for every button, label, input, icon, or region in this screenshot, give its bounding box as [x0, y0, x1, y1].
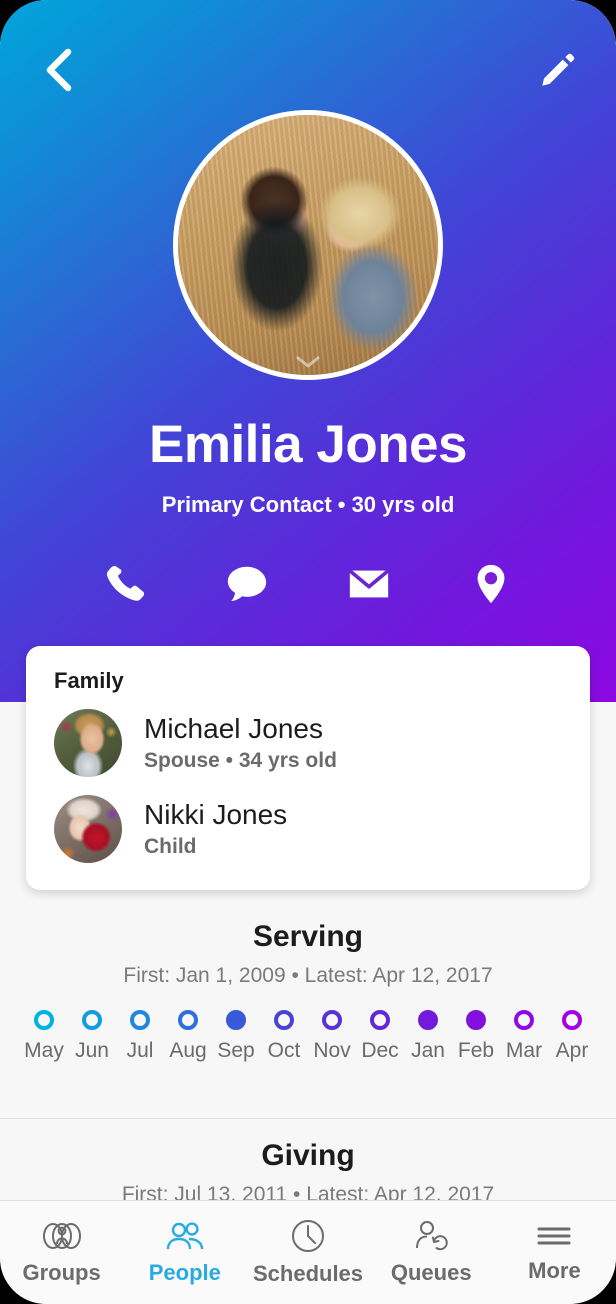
people-icon [166, 1222, 203, 1250]
serving-dot [82, 1010, 102, 1030]
month-label: Sep [217, 1039, 255, 1062]
envelope-icon [349, 569, 389, 598]
serving-month-feb[interactable]: Feb [452, 1010, 500, 1063]
chat-bubble-icon [227, 566, 267, 602]
family-card-title: Family [54, 668, 124, 693]
hamburger-icon [537, 1227, 571, 1245]
clock-icon [292, 1220, 324, 1252]
back-button[interactable] [32, 44, 84, 96]
avatar [54, 795, 122, 863]
tab-label: Schedules [252, 1261, 364, 1286]
tab-queues[interactable]: Queues [370, 1219, 493, 1286]
tab-more[interactable]: More [493, 1221, 616, 1284]
month-label: Nov [313, 1039, 351, 1062]
tab-label: Queues [390, 1260, 472, 1285]
month-label: Aug [169, 1039, 207, 1062]
serving-month-oct[interactable]: Oct [260, 1010, 308, 1063]
month-label: Apr [555, 1039, 589, 1062]
bottom-navigation: Groups People Schedules Queues More [0, 1200, 616, 1304]
serving-dot [34, 1010, 54, 1030]
serving-dot [274, 1010, 294, 1030]
giving-title: Giving [261, 1139, 355, 1172]
serving-dot [418, 1010, 438, 1030]
serving-month-jun[interactable]: Jun [68, 1010, 116, 1063]
profile-subtitle: Primary Contact • 30 yrs old [161, 492, 455, 517]
call-button[interactable] [89, 552, 161, 616]
chevron-down-icon[interactable] [295, 355, 321, 369]
serving-dot [178, 1010, 198, 1030]
list-item[interactable]: Nikki Jones Child [26, 786, 590, 872]
tab-label: People [148, 1260, 221, 1285]
queue-icon [416, 1221, 448, 1251]
serving-month-jan[interactable]: Jan [404, 1010, 452, 1063]
serving-month-dec[interactable]: Dec [356, 1010, 404, 1063]
app-screen: Emilia Jones Primary Contact • 30 yrs ol… [0, 0, 616, 1304]
avatar-ring [173, 110, 443, 380]
giving-section: Giving First: Jul 13, 2011 • Latest: Apr… [0, 1118, 616, 1207]
serving-dot [130, 1010, 150, 1030]
serving-dot [322, 1010, 342, 1030]
month-label: Jun [75, 1039, 109, 1062]
phone-icon [106, 565, 145, 601]
serving-month-apr[interactable]: Apr [548, 1010, 596, 1063]
month-label: Jul [126, 1039, 154, 1062]
tab-people[interactable]: People [123, 1219, 246, 1286]
message-button[interactable] [211, 552, 283, 616]
month-label: Dec [361, 1039, 399, 1062]
month-label: Jan [411, 1039, 445, 1062]
contact-actions [0, 552, 616, 616]
serving-subtitle: First: Jan 1, 2009 • Latest: Apr 12, 201… [123, 964, 493, 987]
member-name: Michael Jones [144, 713, 323, 745]
serving-dot [466, 1010, 486, 1030]
month-label: Oct [267, 1039, 301, 1062]
tab-groups[interactable]: Groups [0, 1219, 123, 1286]
tab-schedules[interactable]: Schedules [246, 1218, 369, 1287]
profile-header: Emilia Jones Primary Contact • 30 yrs ol… [0, 0, 616, 702]
avatar-photo [178, 115, 438, 375]
chevron-left-icon [46, 48, 72, 92]
list-item[interactable]: Michael Jones Spouse • 34 yrs old [26, 700, 590, 786]
member-relation: Child [144, 834, 197, 858]
month-label: Feb [457, 1039, 495, 1062]
groups-icon [42, 1223, 81, 1249]
serving-dot [562, 1010, 582, 1030]
serving-dot [514, 1010, 534, 1030]
pencil-icon [542, 53, 575, 86]
address-button[interactable] [455, 552, 527, 616]
tab-label: More [528, 1258, 581, 1283]
avatar[interactable] [173, 110, 443, 380]
serving-month-may[interactable]: May [20, 1010, 68, 1063]
serving-dot [370, 1010, 390, 1030]
family-card: Family Michael Jones Spouse • 34 yrs old… [26, 646, 590, 890]
tab-label: Groups [22, 1260, 101, 1285]
email-button[interactable] [333, 552, 405, 616]
avatar [54, 709, 122, 777]
serving-month-mar[interactable]: Mar [500, 1010, 548, 1063]
page-title: Emilia Jones [148, 415, 468, 474]
location-pin-icon [477, 564, 505, 604]
member-name: Nikki Jones [144, 799, 288, 831]
serving-month-nov[interactable]: Nov [308, 1010, 356, 1063]
serving-month-sep[interactable]: Sep [212, 1010, 260, 1063]
edit-button[interactable] [532, 44, 584, 96]
serving-title: Serving [252, 920, 364, 953]
serving-month-chart: May Jun Jul Aug Sep Oct Nov Dec Jan Feb Mar Apr [0, 1010, 616, 1063]
serving-dot [226, 1010, 246, 1030]
serving-section: Serving First: Jan 1, 2009 • Latest: Apr… [0, 920, 616, 1063]
serving-month-jul[interactable]: Jul [116, 1010, 164, 1063]
month-label: May [24, 1039, 64, 1062]
month-label: Mar [505, 1039, 543, 1062]
member-relation: Spouse • 34 yrs old [144, 748, 337, 772]
serving-month-aug[interactable]: Aug [164, 1010, 212, 1063]
